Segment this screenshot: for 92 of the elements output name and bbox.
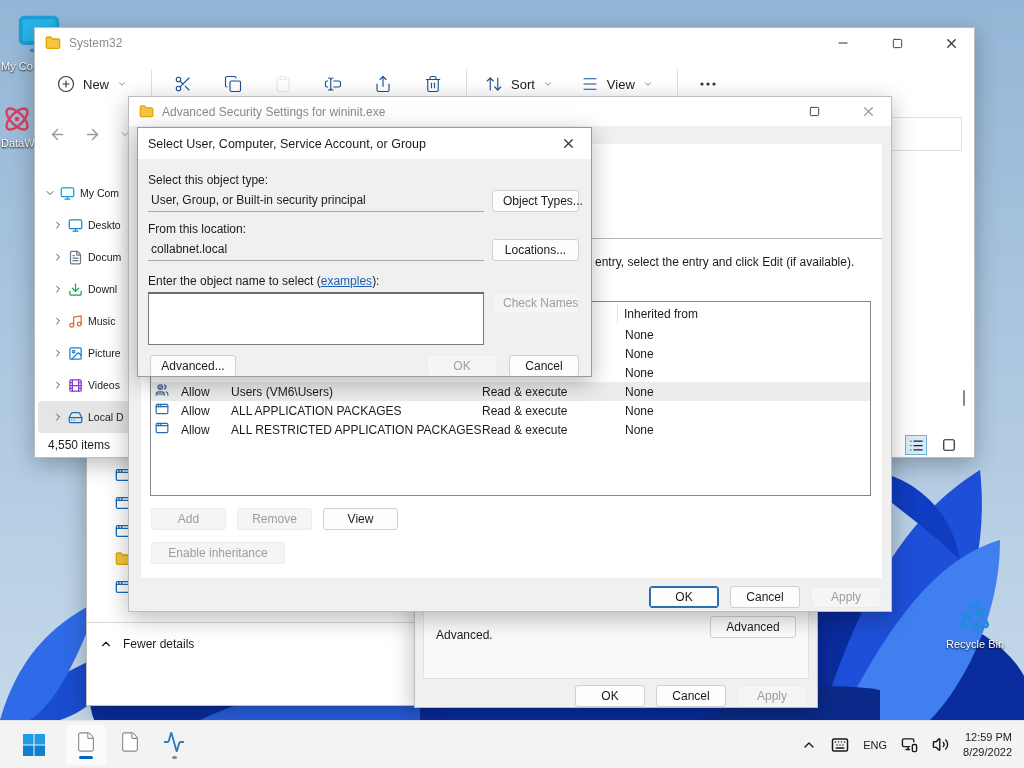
maximize-icon <box>891 37 903 49</box>
folder-icon <box>139 104 154 119</box>
field-label: Select this object type: <box>148 173 269 187</box>
clock[interactable]: 12:59 PM 8/29/2022 <box>963 731 1012 758</box>
table-row[interactable]: Allow Users (VM6\Users) Read & execute None <box>151 382 870 401</box>
new-button[interactable]: New <box>49 72 135 96</box>
dialog-button[interactable]: Cancel <box>656 685 726 707</box>
tree-label[interactable]: Deskto <box>88 219 121 231</box>
tree-item[interactable]: Docum <box>38 241 128 273</box>
maximize-icon <box>808 106 820 117</box>
tree-label[interactable]: Downl <box>88 283 118 295</box>
field-label: From this location: <box>148 222 247 236</box>
desktop-icon <box>68 217 83 233</box>
package-icon <box>155 402 169 416</box>
tree-item[interactable]: Downl <box>38 273 128 305</box>
tree-label[interactable]: Videos <box>88 379 120 391</box>
tree-label[interactable]: My Com <box>80 187 120 199</box>
document-icon <box>75 730 97 753</box>
recycle-bin-icon[interactable] <box>958 600 992 634</box>
chart-icon <box>163 730 185 753</box>
language-indicator[interactable]: ENG <box>863 738 888 751</box>
window-title: System32 <box>69 36 124 50</box>
caret-icon <box>542 79 553 89</box>
tree-item[interactable]: My Com <box>38 177 128 209</box>
tree-item[interactable]: Local D <box>38 401 128 433</box>
field-label: Enter the object name to select (examples): <box>148 274 380 288</box>
tree-label[interactable]: Picture <box>88 347 121 359</box>
fewer-details-link[interactable]: Fewer details <box>123 637 195 651</box>
sort-button[interactable]: Sort <box>477 72 561 96</box>
tile-icon <box>942 438 956 452</box>
table-cell: Allow <box>181 422 210 437</box>
tree-item[interactable]: Picture <box>38 337 128 369</box>
advanced-button[interactable]: Advanced <box>710 616 796 638</box>
note-text: Advanced. <box>436 628 493 644</box>
caret-icon <box>117 79 127 89</box>
tree-item[interactable]: Deskto <box>38 209 128 241</box>
film-icon <box>68 377 83 393</box>
table-row[interactable]: Allow ALL RESTRICTED APPLICATION PACKAGESRead & execute None <box>151 420 870 439</box>
locations-button[interactable]: Locations... <box>492 239 579 261</box>
table-cell: Allow <box>181 403 210 418</box>
table-cell: Read & execute <box>482 384 568 399</box>
list-icon <box>908 437 924 453</box>
dialog-title: Select User, Computer, Service Account, or Group <box>148 136 427 151</box>
start-icon[interactable] <box>22 732 46 757</box>
table-cell: None <box>625 422 654 437</box>
permission-button[interactable]: View <box>323 508 398 530</box>
music-icon <box>68 313 83 329</box>
network-icon[interactable] <box>901 736 919 753</box>
keyboard-icon[interactable] <box>831 735 850 754</box>
package-icon <box>155 421 169 435</box>
atom-icon[interactable] <box>3 105 31 133</box>
picture-icon <box>68 345 83 361</box>
table-cell: Allow <box>181 384 210 399</box>
users-icon <box>155 383 169 397</box>
taskbar-app-button[interactable] <box>66 724 106 765</box>
table-row[interactable]: Allow ALL APPLICATION PACKAGES Read & execute None <box>151 401 870 420</box>
scrollbar-thumb[interactable] <box>963 390 965 406</box>
object-name-field[interactable] <box>148 292 484 345</box>
instruction-text: entry, select the entry and click Edit (if available). <box>595 255 855 269</box>
dialog-button[interactable]: Cancel <box>730 586 800 608</box>
table-cell: Read & execute <box>482 422 568 437</box>
dialog-button[interactable]: Advanced... <box>150 355 236 376</box>
window-title: Advanced Security Settings for wininit.exe <box>162 104 387 119</box>
caret-icon <box>642 79 653 89</box>
table-cell: None <box>625 346 654 361</box>
monitor-icon <box>60 185 75 201</box>
tree-label[interactable]: Music <box>88 315 116 327</box>
table-cell: None <box>625 327 654 342</box>
tree-item[interactable]: Music <box>38 305 128 337</box>
tree-label[interactable]: Docum <box>88 251 122 263</box>
folder-icon <box>45 35 61 51</box>
dialog-button[interactable]: OK <box>649 586 719 608</box>
document-icon <box>119 730 141 753</box>
examples-link[interactable]: examples <box>320 274 373 288</box>
tree-label[interactable]: Local D <box>88 411 124 423</box>
dialog-button[interactable]: OK <box>575 685 645 707</box>
view-button[interactable]: View <box>572 72 661 96</box>
table-cell: ALL APPLICATION PACKAGES <box>231 403 402 418</box>
download-icon <box>68 281 83 297</box>
column-header[interactable]: Inherited from <box>624 306 699 321</box>
dialog-button[interactable]: Cancel <box>509 355 579 376</box>
tree-item[interactable]: Videos <box>38 369 128 401</box>
item-count: 4,550 items <box>48 438 111 452</box>
table-cell: Users (VM6\Users) <box>231 384 333 399</box>
table-cell: ALL RESTRICTED APPLICATION PACKAGES <box>231 422 482 437</box>
volume-icon[interactable] <box>932 736 950 753</box>
details-view-button[interactable] <box>905 435 927 455</box>
table-cell: Read & execute <box>482 403 568 418</box>
table-cell: None <box>625 384 654 399</box>
drive-icon <box>68 409 83 425</box>
document-icon <box>68 249 83 265</box>
table-cell: None <box>625 403 654 418</box>
